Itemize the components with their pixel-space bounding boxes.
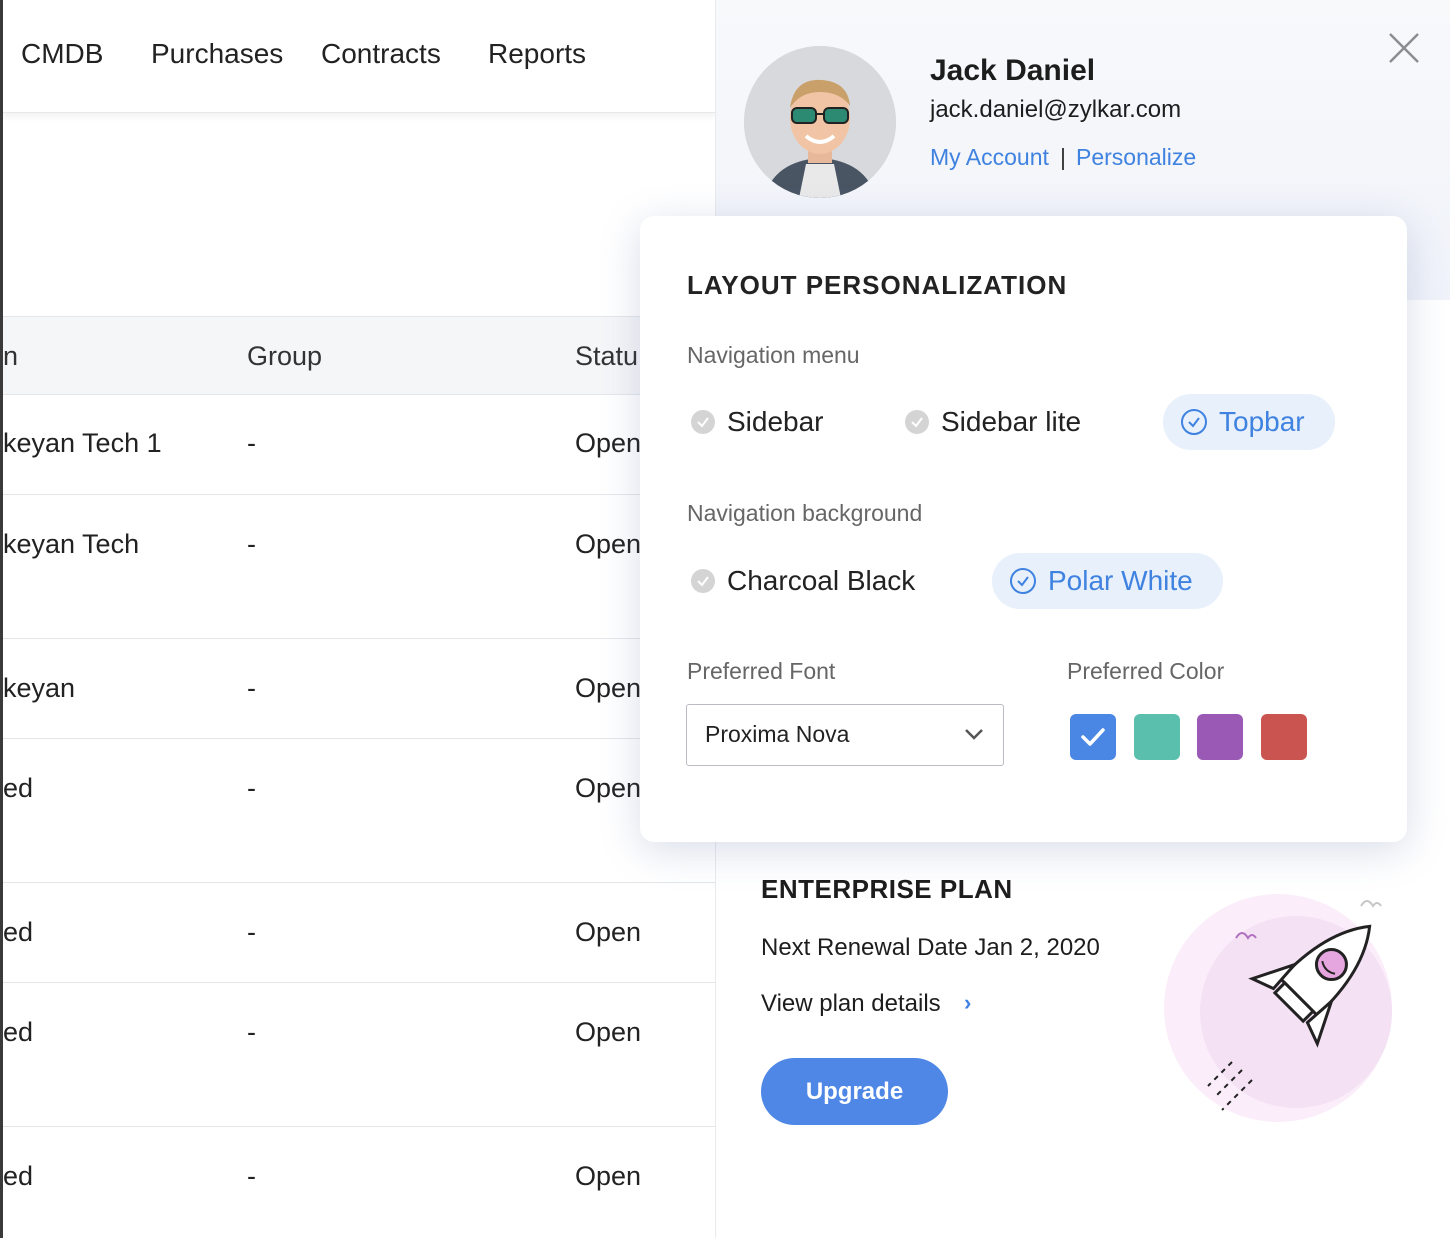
cell-name: ed: [3, 1161, 34, 1191]
user-name: Jack Daniel: [930, 54, 1096, 87]
window-edge: [0, 0, 3, 1238]
cell-status: Open: [575, 773, 642, 803]
column-header-name[interactable]: n: [3, 341, 18, 372]
table-row[interactable]: keyan - Open: [3, 639, 715, 739]
option-label: Topbar: [1219, 406, 1305, 437]
avatar-image: [744, 46, 896, 198]
link-separator: |: [1060, 144, 1066, 170]
cell-name: keyan Tech 1: [3, 428, 162, 458]
layout-personalization-card: LAYOUT PERSONALIZATION Navigation menu S…: [640, 216, 1407, 842]
option-polar-white[interactable]: Polar White: [992, 553, 1223, 609]
plan-renewal-date: Next Renewal Date Jan 2, 2020: [761, 934, 1100, 961]
color-swatch-blue[interactable]: [1070, 714, 1116, 760]
option-label: Sidebar: [727, 406, 824, 437]
cell-status: Open: [575, 673, 642, 703]
view-plan-details-link[interactable]: View plan details: [761, 990, 941, 1018]
upgrade-button[interactable]: Upgrade: [761, 1058, 948, 1125]
check-icon: [691, 569, 715, 593]
cell-status: Open: [575, 917, 642, 947]
navigation-menu-label: Navigation menu: [687, 342, 860, 368]
plan-title: ENTERPRISE PLAN: [761, 874, 1013, 904]
preferred-font-label: Preferred Font: [687, 658, 836, 684]
option-sidebar[interactable]: Sidebar: [673, 394, 854, 450]
cell-name: keyan Tech: [3, 529, 140, 559]
table-row[interactable]: ed - Open: [3, 739, 715, 883]
top-navigation: CMDB Purchases Contracts Reports: [3, 0, 715, 113]
table-header: n Group Statu: [3, 316, 715, 395]
cell-status: Open: [575, 529, 642, 559]
nav-item-purchases[interactable]: Purchases: [151, 38, 283, 70]
color-swatch-red[interactable]: [1261, 714, 1307, 760]
chevron-right-icon[interactable]: ›: [964, 990, 971, 1016]
cell-name: ed: [3, 917, 34, 947]
cell-name: ed: [3, 773, 34, 803]
option-sidebar-lite[interactable]: Sidebar lite: [887, 394, 1111, 450]
table-row[interactable]: keyan Tech - Open: [3, 495, 715, 639]
cell-group: -: [247, 1161, 256, 1191]
close-icon[interactable]: [1386, 30, 1422, 66]
nav-item-cmdb[interactable]: CMDB: [21, 38, 103, 70]
cell-group: -: [247, 428, 256, 458]
chevron-down-icon: [965, 729, 983, 740]
option-topbar[interactable]: Topbar: [1163, 394, 1335, 450]
nav-item-reports[interactable]: Reports: [488, 38, 586, 70]
cell-status: Open: [575, 1161, 642, 1191]
cell-group: -: [247, 673, 256, 703]
cell-group: -: [247, 529, 256, 559]
avatar: [744, 46, 896, 198]
table-row[interactable]: ed - Open: [3, 883, 715, 983]
card-title: LAYOUT PERSONALIZATION: [687, 270, 1068, 300]
user-email: jack.daniel@zylkar.com: [930, 96, 1182, 123]
cell-group: -: [247, 1017, 256, 1047]
checkmark-icon: [1081, 728, 1105, 746]
table-row[interactable]: ed - Open: [3, 1127, 715, 1237]
my-account-link[interactable]: My Account: [930, 144, 1049, 171]
cell-status: Open: [575, 1017, 642, 1047]
cell-name: ed: [3, 1017, 34, 1047]
preferred-color-label: Preferred Color: [1067, 658, 1225, 684]
navigation-background-label: Navigation background: [687, 500, 923, 526]
nav-item-contracts[interactable]: Contracts: [321, 38, 441, 70]
color-swatch-purple[interactable]: [1197, 714, 1243, 760]
check-icon: [691, 410, 715, 434]
font-select-value: Proxima Nova: [705, 721, 850, 747]
column-header-group[interactable]: Group: [247, 341, 322, 372]
column-header-status[interactable]: Statu: [575, 341, 638, 372]
cell-group: -: [247, 773, 256, 803]
check-icon: [905, 410, 929, 434]
personalize-link[interactable]: Personalize: [1076, 144, 1196, 171]
check-circle-icon: [1181, 409, 1207, 435]
option-label: Charcoal Black: [727, 565, 916, 596]
cell-name: keyan: [3, 673, 76, 703]
font-select[interactable]: Proxima Nova: [686, 704, 1004, 766]
table-row[interactable]: keyan Tech 1 - Open: [3, 394, 715, 495]
option-label: Sidebar lite: [941, 406, 1082, 437]
rocket-illustration-icon: [1164, 894, 1392, 1122]
cell-status: Open: [575, 428, 642, 458]
option-label: Polar White: [1048, 565, 1193, 596]
table-row[interactable]: ed - Open: [3, 983, 715, 1127]
color-swatch-teal[interactable]: [1134, 714, 1180, 760]
option-charcoal-black[interactable]: Charcoal Black: [673, 553, 945, 609]
cell-group: -: [247, 917, 256, 947]
check-circle-icon: [1010, 568, 1036, 594]
